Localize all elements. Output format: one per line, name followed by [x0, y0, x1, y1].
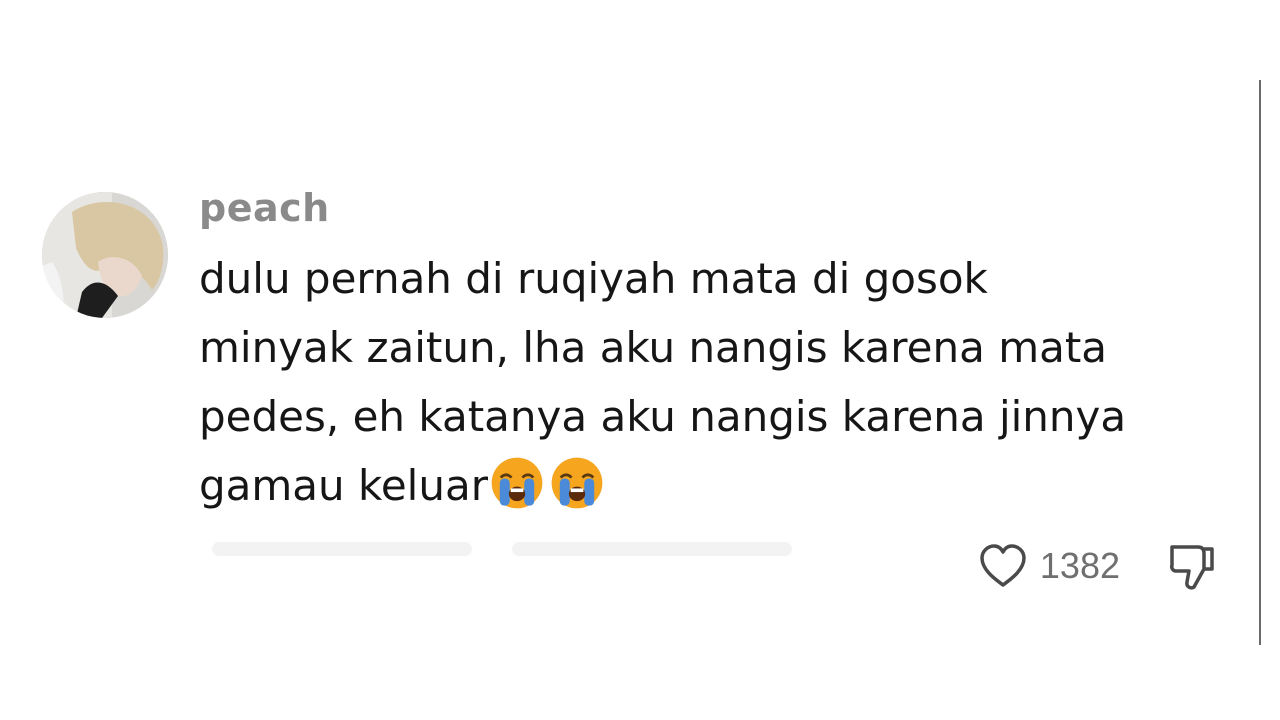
loudly-crying-face-icon	[551, 457, 603, 509]
edge-divider	[1259, 80, 1261, 645]
thumbs-down-icon	[1170, 545, 1214, 590]
avatar-photo	[42, 192, 168, 318]
user-avatar[interactable]	[42, 192, 168, 318]
like-button[interactable]: 1382	[976, 541, 1120, 591]
faded-metadata	[212, 542, 472, 556]
like-count: 1382	[1039, 545, 1120, 586]
comment-line-2: minyak zaitun, lha aku nangis karena mat…	[199, 323, 1108, 372]
heart-icon	[980, 544, 1026, 587]
comment-text: dulu pernah di ruqiyah mata di gosok min…	[199, 244, 1229, 520]
dislike-button[interactable]	[1164, 539, 1218, 593]
comment-username[interactable]: peach	[199, 186, 330, 230]
screenshot-canvas: peach dulu pernah di ruqiyah mata di gos…	[0, 0, 1280, 720]
loudly-crying-face-icon	[491, 457, 543, 509]
comment-line-4: gamau keluar	[199, 461, 488, 510]
comment-line-1: dulu pernah di ruqiyah mata di gosok	[199, 254, 988, 303]
comment-actions: 1382	[976, 538, 1218, 594]
comment-line-3: pedes, eh katanya aku nangis karena jinn…	[199, 392, 1127, 441]
comment-item: peach dulu pernah di ruqiyah mata di gos…	[42, 186, 1232, 606]
faded-metadata	[512, 542, 792, 556]
